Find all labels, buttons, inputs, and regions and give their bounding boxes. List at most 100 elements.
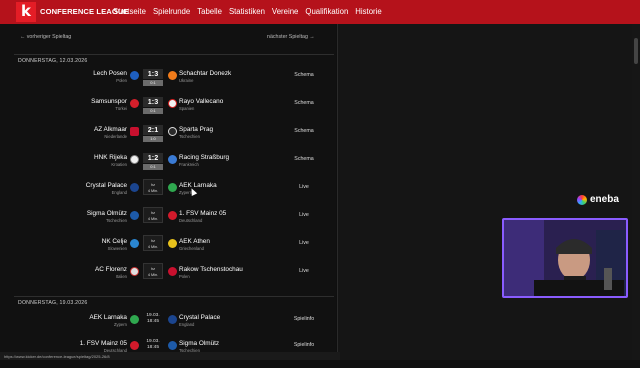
match-row[interactable]: Sigma Olmütz Tschechien hz 4 Min. 1. FSV M… [0, 207, 336, 238]
live-minute: 4 Min. [147, 273, 159, 277]
rakow-crest-icon [168, 267, 177, 276]
live-link[interactable]: Live [284, 184, 324, 190]
lech-posen-crest-icon [130, 71, 139, 80]
prev-matchday-link[interactable]: ← vorheriger Spieltag [20, 34, 71, 40]
live-indicator: hz 4 Min. [143, 207, 163, 223]
home-team: Sigma Olmütz Tschechien [87, 210, 127, 223]
main-nav: Startseite Spielrunde Tabelle Statistike… [113, 7, 382, 16]
kicker-logo[interactable]: k [16, 2, 36, 22]
sigma-olmuetz-crest-icon [168, 341, 177, 350]
away-team-country: Zypern [179, 190, 193, 195]
date-header: DONNERSTAG, 19.03.2026 [18, 300, 88, 306]
home-team-name: NK Celje [101, 238, 127, 245]
home-team-name: AZ Alkmaar [93, 126, 127, 133]
home-team: NK Celje Slowenien [102, 238, 127, 251]
home-team-name: Lech Posen [93, 70, 127, 77]
next-matchday-link[interactable]: nächster Spieltag → [267, 34, 315, 40]
home-team: AZ Alkmaar Niederlande [94, 126, 127, 139]
live-link[interactable]: Live [284, 212, 324, 218]
samsunspor-crest-icon [130, 99, 139, 108]
aek-athen-crest-icon [168, 239, 177, 248]
home-team-name: Samsunspor [91, 98, 127, 105]
away-team: Crystal Palace England [179, 314, 220, 327]
live-indicator: hz 4 Min. [143, 235, 163, 251]
nav-vereine[interactable]: Vereine [272, 7, 298, 16]
sponsor-name: eneba [590, 194, 619, 205]
nav-spielrunde[interactable]: Spielrunde [153, 7, 190, 16]
live-link[interactable]: Live [284, 240, 324, 246]
home-team-country: Polen [116, 78, 127, 83]
match-row[interactable]: Crystal Palace England hz 4 Min. AEK Larna… [0, 179, 336, 210]
crystal-palace-crest-icon [130, 183, 139, 192]
final-score: 1:2 [143, 153, 163, 163]
eneba-logo-icon [577, 194, 587, 205]
home-team-country: England [111, 190, 127, 195]
away-team-name: Rayo Vallecano [179, 98, 224, 105]
spielinfo-link[interactable]: Spielinfo [284, 316, 324, 322]
home-team: HNK Rijeka Kroatien [94, 154, 127, 167]
scrollbar-thumb[interactable] [634, 38, 638, 64]
nav-statistiken[interactable]: Statistiken [229, 7, 265, 16]
mainz-crest-icon [168, 211, 177, 220]
arrow-left-icon: ← [20, 34, 26, 40]
streamer-webcam-image [504, 220, 626, 296]
match-row[interactable]: Samsunspor Türkei 1:3 0:1 Rayo Vallecano S… [0, 97, 336, 126]
home-team-name: HNK Rijeka [93, 154, 127, 161]
kickoff-clock: 18:45 [146, 345, 159, 350]
prev-matchday-label: vorheriger Spieltag [26, 34, 72, 40]
side-panel [337, 24, 632, 360]
away-team: Rakow Tschenstochau Polen [179, 266, 243, 279]
live-indicator: hz 4 Min. [143, 263, 163, 279]
nav-historie[interactable]: Historie [355, 7, 381, 16]
away-team-name: Sparta Prag [179, 126, 214, 133]
home-team: Samsunspor Türkei [91, 98, 127, 111]
match-row[interactable]: AEK Larnaka Zypern 19.03. 18:45 Crystal Pa… [0, 313, 336, 342]
halftime-score: 0:1 [143, 164, 163, 170]
next-matchday-label: nächster Spieltag [267, 34, 308, 40]
home-team-country: Tschechien [106, 218, 127, 223]
schema-link[interactable]: Schema [284, 100, 324, 106]
away-team: Rayo Vallecano Spanien [179, 98, 223, 111]
schema-link[interactable]: Schema [284, 156, 324, 162]
az-alkmaar-crest-icon [130, 127, 139, 136]
away-team-country: England [179, 322, 195, 327]
home-team-country: Türkei [115, 106, 127, 111]
ac-florenz-crest-icon [130, 267, 139, 276]
home-team: AEK Larnaka Zypern [89, 314, 127, 327]
match-row[interactable]: AC Florenz Italien hz 4 Min. Rakow Tschens… [0, 263, 336, 294]
aek-larnaka-crest-icon [168, 183, 177, 192]
live-link[interactable]: Live [284, 268, 324, 274]
nav-startseite[interactable]: Startseite [113, 7, 146, 16]
away-team-country: Polen [179, 274, 190, 279]
page-scrollbar[interactable] [632, 24, 640, 360]
match-row[interactable]: HNK Rijeka Kroatien 1:2 0:1 Racing Straßb… [0, 153, 336, 182]
home-team-country: Slowenien [107, 246, 127, 251]
live-minute: 4 Min. [147, 245, 159, 249]
home-team-name: Sigma Olmütz [86, 210, 127, 217]
nk-celje-crest-icon [130, 239, 139, 248]
spielinfo-link[interactable]: Spielinfo [284, 342, 324, 348]
away-team-name: Racing Straßburg [179, 154, 230, 161]
away-team-name: 1. FSV Mainz 05 [179, 210, 227, 217]
away-team: Schachtar Donezk Ukraine [179, 70, 231, 83]
away-team-name: AEK Athen [179, 238, 210, 245]
halftime-score: 0:1 [143, 108, 163, 114]
schema-link[interactable]: Schema [284, 128, 324, 134]
schachtar-crest-icon [168, 71, 177, 80]
final-score: 2:1 [143, 125, 163, 135]
mainz-crest-icon [130, 341, 139, 350]
away-team: AEK Athen Griechenland [179, 238, 210, 251]
schema-link[interactable]: Schema [284, 72, 324, 78]
away-team-name: Crystal Palace [179, 314, 221, 321]
divider [14, 54, 334, 55]
match-row[interactable]: Lech Posen Polen 1:3 0:1 Schachtar Donezk… [0, 69, 336, 98]
match-row[interactable]: AZ Alkmaar Niederlande 2:1 1:0 Sparta Pra… [0, 125, 336, 154]
home-team-name: 1. FSV Mainz 05 [79, 340, 127, 347]
live-minute: 4 Min. [147, 217, 159, 221]
divider [14, 296, 334, 297]
nav-tabelle[interactable]: Tabelle [197, 7, 222, 16]
crystal-palace-crest-icon [168, 315, 177, 324]
match-row[interactable]: NK Celje Slowenien hz 4 Min. AEK Athen Grie… [0, 235, 336, 266]
away-team-country: Griechenland [179, 246, 204, 251]
nav-qualifikation[interactable]: Qualifikation [305, 7, 348, 16]
